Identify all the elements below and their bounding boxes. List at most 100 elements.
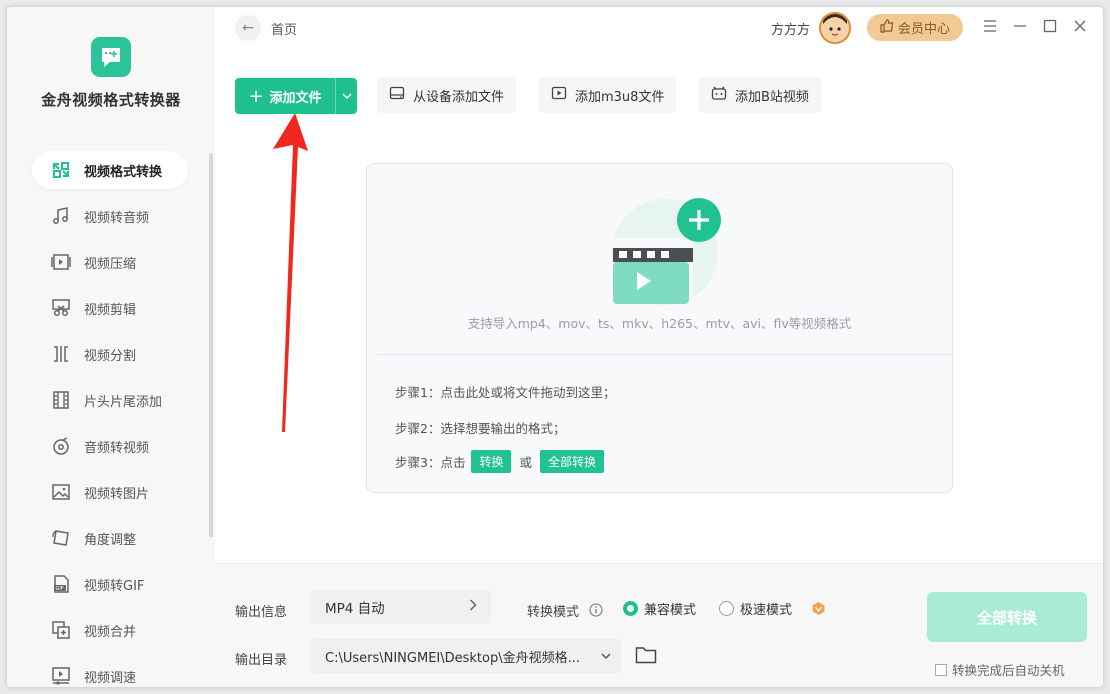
sidebar-item-angle-adjust[interactable]: 角度调整 — [32, 519, 188, 557]
auto-shutdown-label: 转换完成后自动关机 — [952, 663, 1065, 678]
minimize-icon[interactable] — [1011, 17, 1029, 35]
add-file-label: 添加文件 — [269, 90, 322, 106]
folder-icon[interactable] — [635, 646, 657, 668]
thumbs-up-icon — [880, 18, 894, 37]
sidebar-item-intro-outro[interactable]: 片头片尾添加 — [32, 381, 188, 419]
disc-icon — [50, 435, 72, 457]
add-bilibili-label: 添加B站视频 — [735, 89, 809, 105]
convert-icon — [50, 159, 72, 181]
convert-all-button[interactable]: 全部转换 — [927, 592, 1087, 642]
sidebar-item-label: 音频转视频 — [84, 440, 150, 456]
mode-compat-radio[interactable]: 兼容模式 — [623, 599, 696, 618]
vip-badge-icon — [811, 601, 826, 620]
sidebar-item-label: 视频格式转换 — [84, 164, 163, 180]
output-info-label: 输出信息 — [235, 605, 288, 620]
merge-icon — [50, 619, 72, 641]
add-m3u8-label: 添加m3u8文件 — [575, 89, 665, 105]
radio-checked-icon — [623, 601, 638, 616]
output-format-value: MP4 自动 — [325, 601, 385, 617]
music-icon — [50, 205, 72, 227]
sidebar-item-label: 视频合并 — [84, 624, 137, 640]
username[interactable]: 方方方 — [771, 19, 810, 38]
file-drop-area[interactable]: 支持导入mp4、mov、ts、mkv、h265、mtv、avi、flv等视频格式… — [366, 163, 953, 493]
sidebar-item-label: 视频调速 — [84, 670, 137, 686]
step-3-row: 步骤3：点击 转换 或 全部转换 — [395, 450, 604, 473]
step-3-convert-badge: 转换 — [471, 450, 512, 473]
sidebar-item-video-compress[interactable]: 视频压缩 — [32, 243, 188, 281]
supported-formats-text: 支持导入mp4、mov、ts、mkv、h265、mtv、avi、flv等视频格式 — [467, 316, 852, 331]
radio-unchecked-icon — [719, 601, 734, 616]
sidebar-item-video-to-gif[interactable]: GIF 视频转GIF — [32, 565, 188, 603]
sidebar-item-label: 片头片尾添加 — [84, 394, 163, 410]
add-bilibili-button[interactable]: 添加B站视频 — [699, 77, 821, 113]
svg-text:GIF: GIF — [56, 586, 64, 592]
compress-icon — [50, 251, 72, 273]
output-dir-value: C:\Users\NINGMEI\Desktop\金舟视频格... — [325, 650, 581, 666]
app-title: 金舟视频格式转换器 — [41, 91, 181, 109]
sidebar-item-video-merge[interactable]: 视频合并 — [32, 611, 188, 649]
plus-icon: + — [248, 85, 264, 107]
image-icon — [50, 481, 72, 503]
video-add-illustration-icon — [607, 186, 727, 306]
scissors-icon — [50, 297, 72, 319]
sidebar-item-label: 视频分割 — [84, 348, 137, 364]
film-icon — [50, 389, 72, 411]
sidebar-scrollbar[interactable] — [209, 153, 213, 537]
mode-fast-radio[interactable]: 极速模式 — [719, 599, 792, 618]
add-file-main[interactable]: + 添加文件 — [235, 86, 335, 107]
close-icon[interactable] — [1071, 17, 1089, 35]
sidebar-item-video-format-convert[interactable]: 视频格式转换 — [32, 151, 188, 189]
add-from-device-label: 从设备添加文件 — [413, 89, 505, 105]
step-1-text: 步骤1：点击此处或将文件拖动到这里； — [395, 385, 616, 400]
avatar[interactable] — [819, 12, 851, 44]
chevron-right-icon — [469, 599, 477, 615]
bilibili-icon — [711, 86, 727, 104]
mode-compat-label: 兼容模式 — [644, 603, 697, 618]
vip-center-button[interactable]: 会员中心 — [867, 14, 963, 41]
output-dir-select[interactable]: C:\Users\NINGMEI\Desktop\金舟视频格... — [311, 639, 621, 673]
sidebar-item-label: 视频转图片 — [84, 486, 150, 502]
output-dir-label: 输出目录 — [235, 653, 288, 668]
auto-shutdown-checkbox[interactable]: 转换完成后自动关机 — [935, 660, 1065, 679]
convert-mode-label: 转换模式 — [527, 605, 580, 620]
sidebar-item-video-to-audio[interactable]: 视频转音频 — [32, 197, 188, 235]
menu-icon[interactable] — [981, 17, 999, 35]
sidebar-item-video-speed[interactable]: 视频调速 — [32, 657, 188, 687]
sidebar-item-label: 视频压缩 — [84, 256, 137, 272]
gif-icon: GIF — [50, 573, 72, 595]
add-file-button[interactable]: + 添加文件 — [235, 78, 357, 114]
split-icon — [50, 343, 72, 365]
arrow-left-icon: ← — [242, 20, 254, 36]
play-box-icon — [551, 86, 567, 104]
sidebar-item-label: 视频转音频 — [84, 210, 150, 226]
sidebar-item-video-split[interactable]: 视频分割 — [32, 335, 188, 373]
back-button[interactable]: ← — [235, 15, 261, 41]
app-window: 金舟视频格式转换器 视频格式转换 视频转音频 视频压缩 视频剪辑 视频分割 片头… — [7, 7, 1103, 687]
app-logo-icon — [91, 37, 131, 77]
drop-area-divider — [377, 354, 952, 355]
sidebar-item-video-edit[interactable]: 视频剪辑 — [32, 289, 188, 327]
step-3-or: 或 — [519, 455, 532, 470]
device-icon — [389, 86, 405, 104]
info-icon[interactable] — [589, 602, 603, 621]
maximize-icon[interactable] — [1041, 17, 1059, 35]
sidebar-item-video-to-image[interactable]: 视频转图片 — [32, 473, 188, 511]
add-from-device-button[interactable]: 从设备添加文件 — [377, 77, 517, 113]
sidebar-item-label: 角度调整 — [84, 532, 137, 548]
speed-icon — [50, 665, 72, 687]
add-m3u8-button[interactable]: 添加m3u8文件 — [539, 77, 677, 113]
sidebar-item-label: 视频转GIF — [84, 578, 145, 594]
chevron-down-icon — [601, 648, 611, 664]
sidebar-item-audio-to-video[interactable]: 音频转视频 — [32, 427, 188, 465]
sidebar: 金舟视频格式转换器 视频格式转换 视频转音频 视频压缩 视频剪辑 视频分割 片头… — [7, 7, 215, 687]
step-3-convert-all-badge: 全部转换 — [539, 450, 604, 473]
mode-fast-label: 极速模式 — [740, 603, 793, 618]
output-format-select[interactable]: MP4 自动 — [311, 590, 491, 624]
chevron-down-icon[interactable] — [335, 78, 357, 114]
checkbox-unchecked-icon — [935, 663, 947, 676]
vip-center-label: 会员中心 — [897, 22, 950, 37]
sidebar-nav: 视频格式转换 视频转音频 视频压缩 视频剪辑 视频分割 片头片尾添加 音频转视频… — [32, 151, 188, 687]
breadcrumb: 首页 — [271, 23, 298, 38]
step-3-prefix: 步骤3：点击 — [395, 455, 466, 470]
step-2-text: 步骤2：选择想要输出的格式； — [395, 421, 566, 436]
